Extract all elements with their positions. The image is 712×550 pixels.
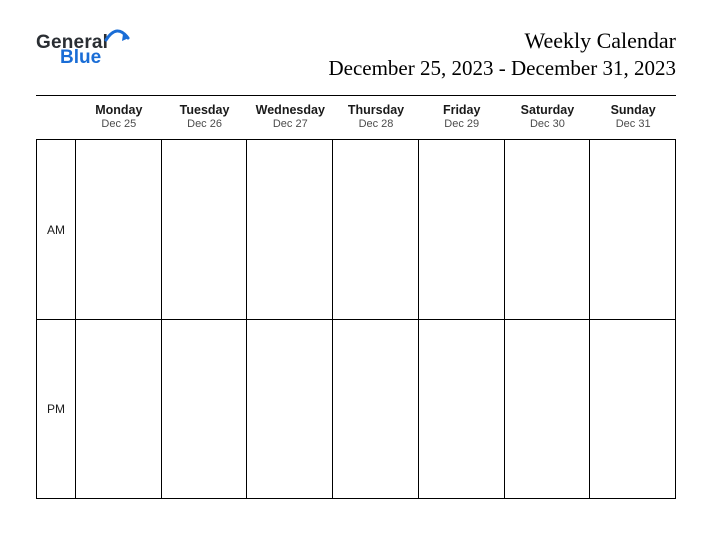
day-date: Dec 29 <box>419 118 505 130</box>
row-label-text: AM <box>47 223 65 237</box>
calendar-cell <box>333 139 419 319</box>
title-block: Weekly Calendar December 25, 2023 - Dece… <box>328 28 676 81</box>
calendar-cell <box>333 319 419 499</box>
calendar-grid: Monday Dec 25 Tuesday Dec 26 Wednesday D… <box>36 101 676 499</box>
column-header: Sunday Dec 31 <box>590 101 676 139</box>
header-divider <box>36 95 676 96</box>
calendar-cell <box>162 139 248 319</box>
day-date: Dec 31 <box>590 118 676 130</box>
column-header: Monday Dec 25 <box>76 101 162 139</box>
calendar-cell <box>247 139 333 319</box>
date-range: December 25, 2023 - December 31, 2023 <box>328 56 676 81</box>
brand-logo: General Blue <box>36 28 130 67</box>
column-header: Thursday Dec 28 <box>333 101 419 139</box>
day-date: Dec 27 <box>247 118 333 130</box>
calendar-cell <box>419 139 505 319</box>
day-name: Saturday <box>505 103 591 117</box>
day-date: Dec 30 <box>505 118 591 130</box>
grid-corner <box>36 101 76 139</box>
calendar-cell <box>76 139 162 319</box>
day-date: Dec 25 <box>76 118 162 130</box>
column-header: Tuesday Dec 26 <box>162 101 248 139</box>
day-name: Monday <box>76 103 162 117</box>
calendar-cell <box>590 319 676 499</box>
column-header: Saturday Dec 30 <box>505 101 591 139</box>
row-label-text: PM <box>47 402 65 416</box>
calendar-cell <box>505 319 591 499</box>
calendar-cell <box>419 319 505 499</box>
day-name: Sunday <box>590 103 676 117</box>
logo-word-blue: Blue <box>60 48 130 67</box>
day-name: Thursday <box>333 103 419 117</box>
header: General Blue Weekly Calendar December 25… <box>36 28 676 81</box>
day-name: Friday <box>419 103 505 117</box>
calendar-cell <box>505 139 591 319</box>
row-label-pm: PM <box>36 319 76 499</box>
day-name: Wednesday <box>247 103 333 117</box>
calendar-cell <box>590 139 676 319</box>
page-title: Weekly Calendar <box>328 28 676 54</box>
row-label-am: AM <box>36 139 76 319</box>
day-date: Dec 28 <box>333 118 419 130</box>
calendar-cell <box>76 319 162 499</box>
day-date: Dec 26 <box>162 118 248 130</box>
calendar-cell <box>247 319 333 499</box>
calendar-cell <box>162 319 248 499</box>
column-header: Wednesday Dec 27 <box>247 101 333 139</box>
column-header: Friday Dec 29 <box>419 101 505 139</box>
day-name: Tuesday <box>162 103 248 117</box>
